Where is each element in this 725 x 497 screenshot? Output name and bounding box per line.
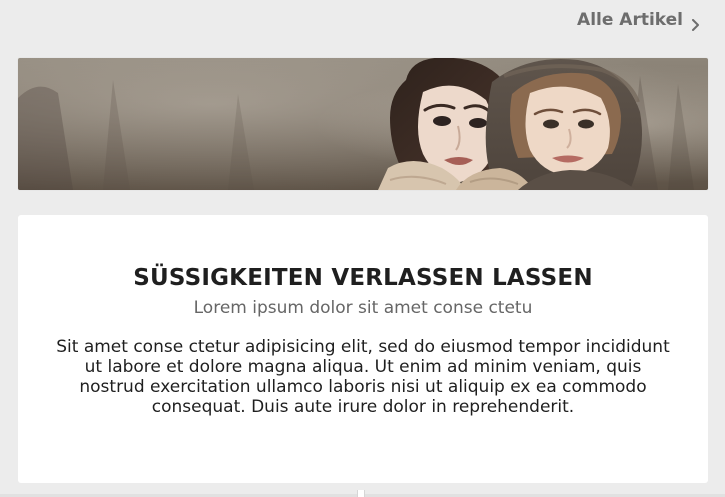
content-card: SÜSSIGKEITEN VERLASSEN LASSEN Lorem ipsu… xyxy=(18,215,708,483)
card-body-text: Sit amet conse ctetur adipisicing elit, … xyxy=(56,337,670,417)
card-title: SÜSSIGKEITEN VERLASSEN LASSEN xyxy=(133,265,593,291)
all-articles-label: Alle Artikel xyxy=(577,10,683,30)
card-subtitle: Lorem ipsum dolor sit amet conse ctetu xyxy=(193,298,533,318)
banner-image xyxy=(18,58,708,190)
all-articles-link[interactable]: Alle Artikel xyxy=(577,8,701,32)
hero-banner xyxy=(18,58,708,190)
bottom-notch xyxy=(357,490,365,497)
chevron-right-icon xyxy=(691,14,701,31)
